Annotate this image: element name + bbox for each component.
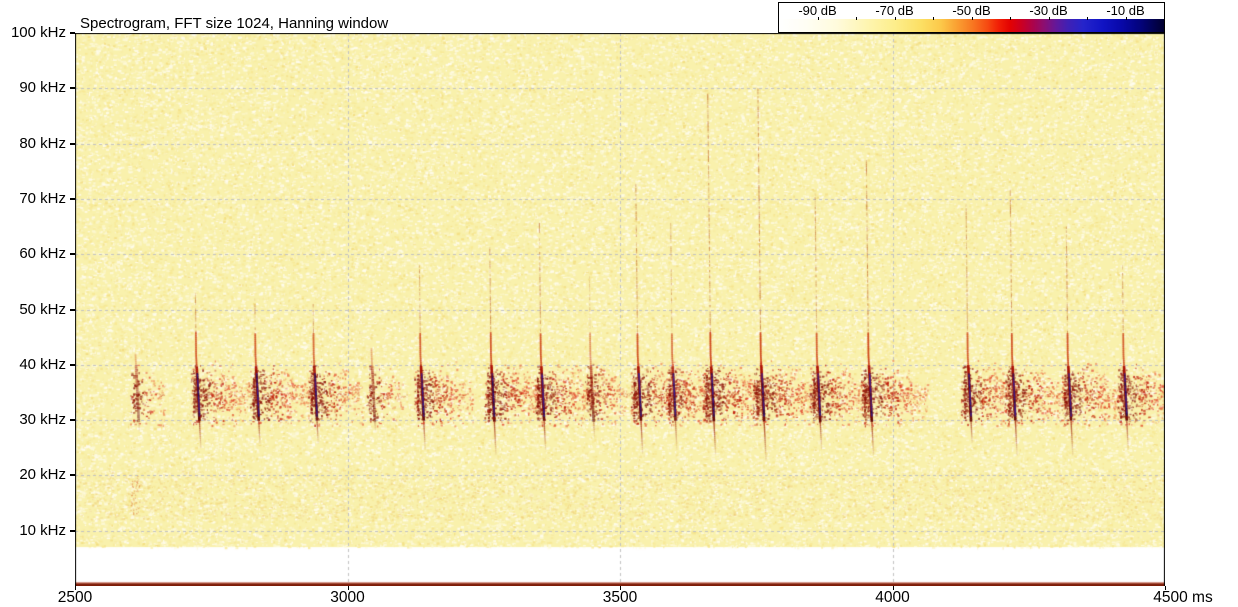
x-tick-label: 4000 [875,589,910,606]
x-tick-label: 4500 ms [1153,589,1213,606]
colorbar-tick-mark [971,17,973,20]
colorbar-tick-mark [1048,17,1050,20]
y-tick-mark [70,308,75,311]
colorbar-tick-mark [856,17,857,20]
colorbar-tick-mark [817,17,819,20]
y-tick-mark [70,253,75,256]
plot-area [75,33,1165,586]
spectrogram-window: Spectrogram, FFT size 1024, Hanning wind… [0,0,1238,607]
y-tick-mark [70,474,75,477]
x-tick-label: 2500 [57,589,93,606]
y-tick-label: 50 kHz [19,300,66,318]
y-tick-label: 10 kHz [19,521,66,539]
y-tick-mark [70,32,75,34]
y-tick-label: 100 kHz [10,24,66,41]
colorbar-tick-mark [894,17,896,20]
x-tick-label: 3000 [330,589,365,606]
y-tick-label: 20 kHz [19,466,66,484]
y-tick-mark [70,197,75,200]
y-tick-label: 60 kHz [19,245,66,263]
x-tick-mark [75,586,76,590]
x-tick-mark [620,586,621,590]
y-tick-label: 90 kHz [19,79,66,97]
spectrogram-canvas [75,33,1165,586]
colorbar-tick-mark [1087,17,1088,20]
chart-title: Spectrogram, FFT size 1024, Hanning wind… [80,15,389,32]
y-tick-label: 40 kHz [19,355,66,373]
x-tick-mark [1165,586,1166,590]
colorbar-tick-mark [1125,17,1127,20]
y-tick-mark [70,363,75,366]
x-tick-mark [347,586,349,590]
y-tick-mark [70,529,75,532]
y-tick-mark [70,419,75,422]
y-tick-mark [70,142,75,145]
colorbar-tick-mark [933,17,934,20]
colorbar-legend: -90 dB -70 dB -50 dB -30 dB -10 dB [778,2,1165,33]
y-tick-mark [70,87,75,90]
y-tick-label: 80 kHz [19,134,66,152]
x-tick-mark [892,586,894,590]
colorbar-gradient [779,19,1164,32]
y-tick-label: 70 kHz [19,189,66,207]
colorbar-tick-mark [1010,17,1011,20]
y-tick-label: 30 kHz [19,411,66,429]
x-tick-label: 3500 [602,589,638,606]
